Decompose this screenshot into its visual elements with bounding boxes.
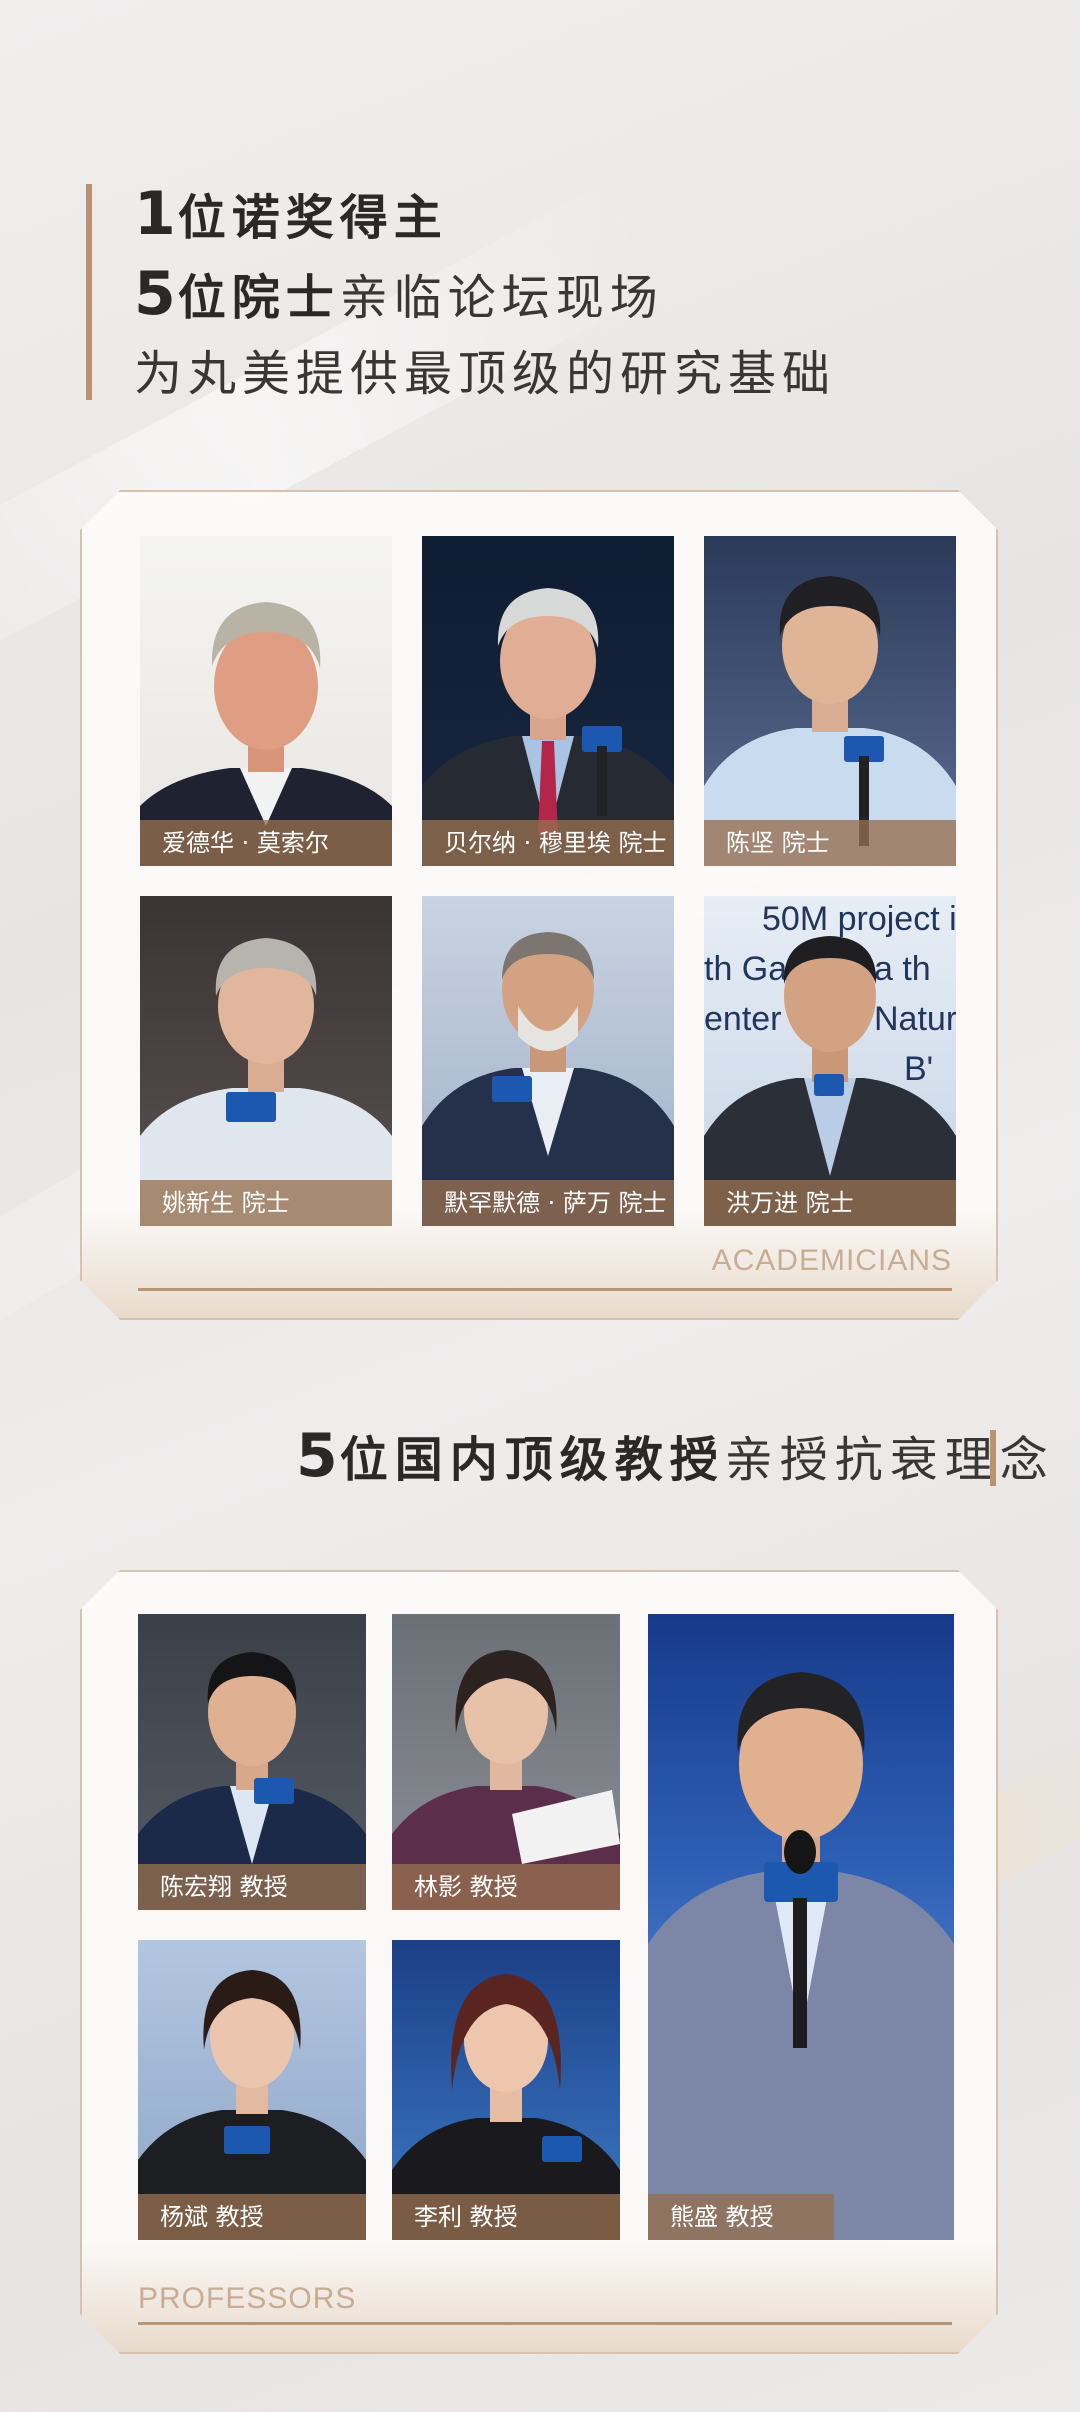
person-silhouette [140,896,392,1226]
academician-photo: 默罕默德 · 萨万 院士 [422,896,674,1226]
person-name-label: 林影 教授 [392,1864,620,1910]
academicians-panel: 爱德华 · 莫索尔 贝尔纳 · 穆里埃 院士 陈坚 院士 姚新生 院士 默罕默德… [80,490,998,1320]
person-name-label: 默罕默德 · 萨万 院士 [422,1180,674,1226]
person-name-label: 爱德华 · 莫索尔 [140,820,392,866]
person-silhouette [140,536,392,866]
heading-light-text: 亲授抗衰理念 [724,1432,1055,1488]
heading-bold-text: 位院士 [177,270,340,326]
person-silhouette [648,1614,954,2240]
person-name-label: 贝尔纳 · 穆里埃 院士 [422,820,674,866]
person-name-label: 李利 教授 [392,2194,620,2240]
accent-bar [990,1430,996,1486]
person-silhouette [704,896,956,1226]
count-number: 5 [296,1421,340,1491]
heading-bold-text: 位国内顶级教授 [339,1432,725,1488]
academician-photo: 贝尔纳 · 穆里埃 院士 [422,536,674,866]
heading-bold-text: 位诺奖得主 [177,190,448,246]
professor-photo-large: 熊盛 教授 [648,1614,954,2240]
heading-line-academicians: 5位院士亲临论坛现场 [134,258,834,338]
academician-photo: 姚新生 院士 [140,896,392,1226]
academician-photo: 陈坚 院士 [704,536,956,866]
heading-light-text: 亲临论坛现场 [339,270,664,326]
person-silhouette [704,536,956,866]
person-name-label: 陈宏翔 教授 [138,1864,366,1910]
count-number: 1 [134,179,178,249]
caption-rule [138,2322,952,2325]
count-number: 5 [134,259,178,329]
professors-heading: 5位国内顶级教授亲授抗衰理念 [296,1420,1048,1500]
section-caption: PROFESSORS [138,2282,357,2315]
professors-panel: 陈宏翔 教授 林影 教授 熊盛 教授 杨斌 教授 李利 教授 PROFESSOR… [80,1570,998,2354]
academician-photo: 50M project ink th Ga a th enter Natur B… [704,896,956,1226]
caption-rule [138,1288,952,1291]
person-name-label: 洪万进 院士 [704,1180,956,1226]
professor-photo: 陈宏翔 教授 [138,1614,366,1910]
person-name-label: 熊盛 教授 [648,2194,834,2240]
heading-light-text: 为丸美提供最顶级的研究基础 [134,346,837,402]
person-name-label: 杨斌 教授 [138,2194,366,2240]
person-name-label: 姚新生 院士 [140,1180,392,1226]
section-caption: ACADEMICIANS [711,1244,952,1277]
professor-photo: 杨斌 教授 [138,1940,366,2240]
person-name-label: 陈坚 院士 [704,820,956,866]
academician-photo: 爱德华 · 莫索尔 [140,536,392,866]
person-silhouette [422,536,674,866]
professor-photo: 林影 教授 [392,1614,620,1910]
heading-line-research: 为丸美提供最顶级的研究基础 [134,338,834,418]
professor-photo: 李利 教授 [392,1940,620,2240]
person-silhouette [422,896,674,1226]
accent-bar [86,184,92,400]
heading-line-nobel: 1位诺奖得主 [134,178,834,258]
